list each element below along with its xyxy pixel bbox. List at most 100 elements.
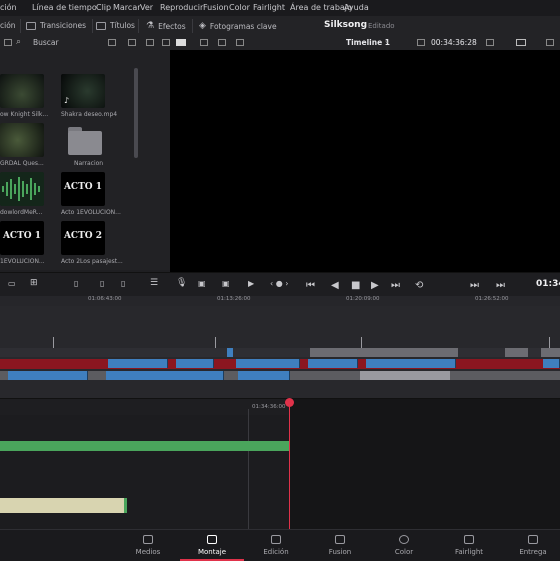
- view-list-icon[interactable]: [4, 39, 12, 46]
- layout-icon[interactable]: ▭: [8, 279, 16, 288]
- upper-timeline-ruler[interactable]: 01:06:43:00 01:13:26:00 01:20:09:00 01:2…: [0, 296, 560, 306]
- media-pool-scrollbar[interactable]: [134, 68, 138, 158]
- menu-item-fairlight[interactable]: Fairlight: [253, 3, 285, 12]
- title-clip-thumbnail[interactable]: ACTO 1: [61, 172, 105, 206]
- edit-index-button[interactable]: ción: [0, 21, 16, 30]
- search-icon[interactable]: ⌕: [16, 37, 21, 47]
- video-clip[interactable]: [308, 359, 358, 368]
- sort-icon[interactable]: [108, 39, 116, 46]
- menu-item-view2[interactable]: Ver: [140, 3, 153, 12]
- previous-edit-icon[interactable]: ⏭: [470, 280, 479, 291]
- video-track-1[interactable]: [0, 359, 560, 369]
- loop-icon[interactable]: ⟲: [415, 280, 423, 291]
- zoom-icon[interactable]: [236, 39, 244, 46]
- menu-item-view[interactable]: ción: [0, 3, 17, 12]
- audio-clip[interactable]: [238, 371, 290, 380]
- safe-area-icon[interactable]: [218, 39, 226, 46]
- video-clip[interactable]: [543, 359, 560, 368]
- transitions-button[interactable]: Transiciones: [26, 21, 86, 30]
- viewer-mode-icon[interactable]: [176, 39, 186, 46]
- select-icon[interactable]: ▯: [121, 279, 125, 288]
- audio-track-1[interactable]: [0, 371, 560, 380]
- viewer-source-icon[interactable]: [146, 39, 154, 46]
- media-clip-thumbnail[interactable]: [0, 123, 44, 157]
- viewer-layout-icon[interactable]: [162, 39, 170, 46]
- titles-button[interactable]: Títulos: [96, 21, 135, 30]
- title-clip-thumbnail[interactable]: ACTO 2: [61, 221, 105, 255]
- page-tab-fusion[interactable]: Fusion: [308, 530, 372, 561]
- jog-icon[interactable]: ‹ ● ›: [270, 279, 288, 288]
- keyframes-button[interactable]: ◈ Fotogramas clave: [199, 21, 277, 31]
- menu-item-clip[interactable]: Clip: [96, 3, 111, 12]
- detail-timeline[interactable]: ⌄ 01:34:36:00: [0, 398, 560, 529]
- video-clip[interactable]: [176, 359, 214, 368]
- next-edit-icon[interactable]: ⏭: [496, 280, 505, 291]
- audio-clip[interactable]: [106, 371, 224, 380]
- stop-icon[interactable]: ■: [351, 280, 360, 291]
- mixer-icon[interactable]: ☰: [150, 278, 158, 288]
- upper-timeline[interactable]: [0, 306, 560, 399]
- timeline-empty-area[interactable]: [289, 399, 560, 529]
- video-clip[interactable]: [310, 348, 458, 357]
- effects-button[interactable]: ⚗ Efectos: [146, 21, 186, 31]
- media-clip-thumbnail[interactable]: ♪: [61, 74, 105, 108]
- audio-clip[interactable]: [8, 371, 88, 380]
- display-icon[interactable]: [516, 39, 526, 46]
- skip-forward-icon[interactable]: ⏭: [391, 280, 400, 291]
- audio-clip-thumbnail[interactable]: [0, 172, 44, 206]
- replace-icon[interactable]: ▶: [248, 279, 254, 288]
- rocket-icon: [528, 535, 538, 544]
- expand-icon[interactable]: [546, 39, 554, 46]
- viewer-options-icon[interactable]: [417, 39, 425, 46]
- audio-clip-green[interactable]: [0, 441, 289, 451]
- menu-item-fusion[interactable]: Fusion: [203, 3, 229, 12]
- music-note-icon: [464, 535, 474, 544]
- playhead-handle[interactable]: [285, 398, 294, 407]
- viewer-canvas[interactable]: [170, 50, 560, 272]
- menu-item-workspace[interactable]: Área de trabajo: [290, 3, 352, 12]
- timecode-display: 00:34:36:28: [431, 38, 477, 47]
- video-clip[interactable]: [108, 359, 168, 368]
- play-icon[interactable]: ▶: [371, 280, 379, 291]
- video-clip[interactable]: [505, 348, 528, 357]
- page-tab-cut[interactable]: Montaje: [180, 530, 244, 561]
- media-clip-thumbnail[interactable]: [0, 74, 44, 108]
- folder-icon[interactable]: [61, 123, 105, 157]
- media-clip-label: GRDAL Ques...: [0, 160, 44, 167]
- menu-item-color[interactable]: Color: [229, 3, 250, 12]
- title-clip[interactable]: [0, 498, 127, 513]
- play-reverse-icon[interactable]: ◀: [331, 280, 339, 291]
- media-clip-label: dowlordMeR...: [0, 209, 43, 216]
- trim-icon[interactable]: ▯: [74, 279, 78, 288]
- page-tab-fairlight[interactable]: Fairlight: [437, 530, 501, 561]
- video-clip[interactable]: [227, 348, 233, 357]
- video-clip[interactable]: [366, 359, 456, 368]
- title-clip-thumbnail[interactable]: ACTO 1: [0, 221, 44, 255]
- menu-item-mark[interactable]: Marcar: [113, 3, 141, 12]
- insert-icon[interactable]: ▣: [198, 279, 206, 288]
- page-tab-edit[interactable]: Edición: [244, 530, 308, 561]
- video-clip[interactable]: [236, 359, 300, 368]
- page-tab-label: Entrega: [519, 548, 547, 556]
- video-track-2[interactable]: [0, 348, 560, 357]
- page-tab-media[interactable]: Medios: [116, 530, 180, 561]
- page-tab-deliver[interactable]: Entrega: [501, 530, 560, 561]
- search-label[interactable]: Buscar: [33, 38, 59, 47]
- chevron-down-icon[interactable]: ⌄: [384, 37, 390, 45]
- page-tab-color[interactable]: Color: [372, 530, 436, 561]
- settings-icon[interactable]: [486, 39, 494, 46]
- menu-item-help[interactable]: Ayuda: [344, 3, 369, 12]
- options-icon[interactable]: [128, 39, 136, 46]
- grid-icon[interactable]: [200, 39, 208, 46]
- playhead[interactable]: [289, 399, 290, 529]
- blade-icon[interactable]: ▯: [100, 279, 104, 288]
- skip-back-icon[interactable]: ⏮: [306, 280, 315, 291]
- video-clip[interactable]: [541, 348, 560, 357]
- menu-item-playback[interactable]: Reproducir: [160, 3, 203, 12]
- media-pool: ow Knight Silk... ♪ Shakra deseo.mp4 GRD…: [0, 50, 170, 270]
- audio-clip[interactable]: [360, 371, 450, 380]
- overwrite-icon[interactable]: ▣: [222, 279, 230, 288]
- audio-icon[interactable]: 🎙: [176, 278, 187, 288]
- menu-item-timeline[interactable]: Línea de tiempo: [32, 3, 97, 12]
- clip-view-icon[interactable]: ⊞: [30, 278, 38, 288]
